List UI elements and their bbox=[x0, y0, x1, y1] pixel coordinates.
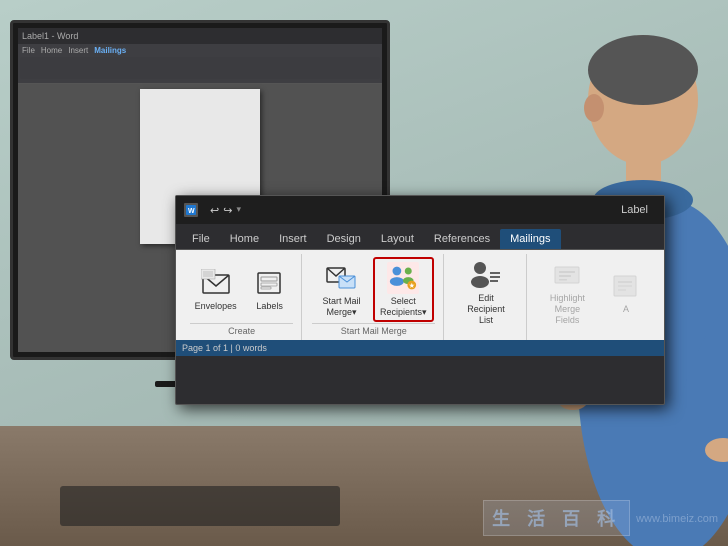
labels-label: Labels bbox=[256, 301, 283, 312]
edit-recipient-list-label: EditRecipient List bbox=[459, 293, 513, 325]
svg-text:★: ★ bbox=[408, 282, 415, 289]
highlight-merge-fields-button[interactable]: HighlightMerge Fields bbox=[537, 256, 598, 328]
select-recipients-icon: ★ bbox=[387, 262, 419, 294]
edit-recipient-list-button[interactable]: EditRecipient List bbox=[454, 256, 518, 328]
tab-home[interactable]: Home bbox=[220, 229, 269, 249]
watermark-text: 生 活 百 科 bbox=[492, 505, 621, 531]
ribbon-group-start-mail-merge: Start MailMerge▾ bbox=[304, 254, 444, 340]
start-mail-merge-group-label: Start Mail Merge bbox=[312, 323, 435, 338]
bg-tab-mailings: Mailings bbox=[94, 46, 126, 55]
watermark-chars: 生 活 百 科 bbox=[483, 500, 630, 536]
ribbon-statusbar: Page 1 of 1 | 0 words bbox=[176, 340, 664, 356]
undo-button[interactable]: ↩ bbox=[210, 204, 219, 217]
create-group-label: Create bbox=[190, 323, 293, 338]
tab-file[interactable]: File bbox=[182, 229, 220, 249]
watermark-url-container: www.bimeiz.com bbox=[636, 509, 718, 527]
select-recipients-button[interactable]: ★ SelectRecipients▾ bbox=[373, 257, 434, 323]
tab-design[interactable]: Design bbox=[317, 229, 371, 249]
watermark-url: www.bimeiz.com bbox=[636, 513, 718, 525]
envelope-icon bbox=[200, 267, 232, 299]
tab-references[interactable]: References bbox=[424, 229, 500, 249]
start-merge-buttons: Start MailMerge▾ bbox=[314, 256, 434, 323]
ribbon-content: Envelopes Labels bbox=[176, 250, 664, 340]
app-icon: W bbox=[184, 203, 198, 217]
tab-mailings[interactable]: Mailings bbox=[500, 229, 560, 249]
highlight-merge-fields-label: HighlightMerge Fields bbox=[542, 293, 593, 325]
ribbon-group-edit: EditRecipient List _ bbox=[446, 254, 527, 340]
bg-tab-file: File bbox=[22, 46, 35, 55]
create-buttons: Envelopes Labels bbox=[190, 256, 294, 323]
ribbon-group-create: Envelopes Labels bbox=[182, 254, 302, 340]
address-icon bbox=[610, 270, 642, 302]
select-recipients-label: SelectRecipients▾ bbox=[380, 296, 427, 318]
edit-buttons: EditRecipient List bbox=[454, 256, 518, 328]
redo-button[interactable]: ↪ bbox=[223, 204, 232, 217]
label-icon bbox=[254, 267, 286, 299]
ribbon-tabs: File Home Insert Design Layout Reference… bbox=[176, 224, 664, 250]
svg-text:W: W bbox=[188, 208, 195, 215]
ribbon-titlebar: W ↩ ↪ ▾ Label bbox=[176, 196, 664, 224]
statusbar-text: Page 1 of 1 | 0 words bbox=[182, 343, 267, 353]
edit-list-icon bbox=[470, 259, 502, 291]
undo-redo-group: ↩ ↪ ▾ bbox=[210, 204, 241, 217]
scene-background: Label1 - Word File Home Insert Mailings bbox=[0, 0, 728, 546]
ribbon-title-left: W ↩ ↪ ▾ bbox=[184, 203, 241, 217]
qat-arrow[interactable]: ▾ bbox=[236, 204, 241, 217]
mail-merge-icon bbox=[325, 262, 357, 294]
tab-layout[interactable]: Layout bbox=[371, 229, 424, 249]
bg-tab-insert: Insert bbox=[68, 46, 88, 55]
start-mail-merge-label: Start MailMerge▾ bbox=[322, 296, 360, 318]
ribbon-popup: W ↩ ↪ ▾ Label File Home Insert Design La… bbox=[175, 195, 665, 405]
ribbon-group-write: HighlightMerge Fields A bbox=[529, 254, 658, 340]
document-title: Label bbox=[621, 204, 648, 216]
word-titlebar: Label1 - Word bbox=[18, 28, 382, 44]
highlight-icon bbox=[551, 259, 583, 291]
word-ribbon-bg: File Home Insert Mailings bbox=[18, 44, 382, 84]
word-title-text: Label1 - Word bbox=[22, 31, 78, 41]
address-block-label: A bbox=[623, 304, 629, 315]
address-block-button[interactable]: A bbox=[602, 267, 650, 318]
envelopes-button[interactable]: Envelopes bbox=[190, 264, 242, 315]
keyboard bbox=[60, 486, 340, 526]
write-buttons: HighlightMerge Fields A bbox=[537, 256, 650, 328]
watermark: 生 活 百 科 www.bimeiz.com bbox=[483, 500, 718, 536]
envelopes-label: Envelopes bbox=[195, 301, 237, 312]
labels-button[interactable]: Labels bbox=[246, 264, 294, 315]
bg-tab-home: Home bbox=[41, 46, 62, 55]
tab-insert[interactable]: Insert bbox=[269, 229, 317, 249]
start-mail-merge-button[interactable]: Start MailMerge▾ bbox=[314, 259, 369, 321]
